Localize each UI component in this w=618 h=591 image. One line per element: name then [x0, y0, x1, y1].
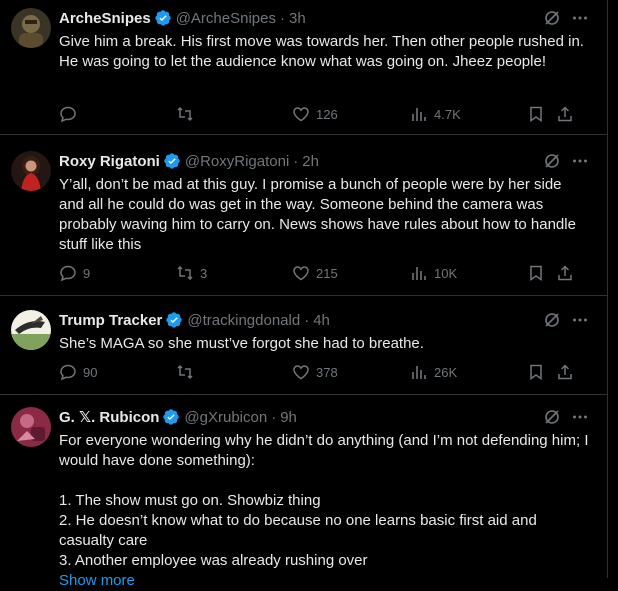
share-icon — [558, 106, 572, 122]
reply-icon — [60, 265, 76, 282]
more-icon[interactable] — [571, 9, 589, 27]
repost-icon — [177, 106, 193, 122]
separator-dot: · — [279, 9, 285, 27]
more-icon[interactable] — [571, 408, 589, 426]
author-handle[interactable]: @RoxyRigatoni — [185, 153, 289, 170]
avatar[interactable] — [11, 151, 51, 191]
verified-badge-icon — [164, 153, 180, 169]
views-button[interactable]: 26K — [410, 362, 457, 382]
reply-icon — [60, 106, 76, 123]
reply-count: 90 — [83, 364, 98, 380]
like-button[interactable]: 126 — [292, 104, 338, 124]
bookmark-button[interactable] — [527, 104, 545, 124]
bookmark-button[interactable] — [527, 362, 545, 382]
like-button[interactable]: 378 — [292, 362, 338, 382]
timestamp[interactable]: 4h — [313, 312, 330, 329]
tweet-text: Y’all, don’t be mad at this guy. I promi… — [59, 176, 576, 253]
repost-button[interactable] — [176, 362, 200, 382]
tweet-text: She’s MAGA so she must’ve forgot she had… — [59, 335, 424, 352]
bookmark-icon — [530, 364, 542, 380]
tweet-header: Trump Tracker @trackingdonald · 4h — [59, 310, 589, 330]
reply-button[interactable] — [59, 104, 83, 124]
share-button[interactable] — [556, 263, 574, 283]
tweet-actions: 9 3 215 10K — [59, 263, 579, 283]
author-handle[interactable]: @ArcheSnipes — [176, 10, 276, 27]
timestamp[interactable]: 9h — [280, 409, 297, 426]
more-icon[interactable] — [571, 311, 589, 329]
tweet-header: Roxy Rigatoni @RoxyRigatoni · 2h — [59, 151, 589, 171]
share-icon — [558, 364, 572, 380]
like-icon — [293, 266, 309, 281]
avatar[interactable] — [11, 407, 51, 447]
show-more-link[interactable]: Show more — [59, 571, 589, 591]
tweet-header: G. 𝕏. Rubicon @gXrubicon · 9h — [59, 407, 589, 427]
tweet[interactable]: Roxy Rigatoni @RoxyRigatoni · 2h Y’all, … — [0, 135, 607, 296]
verified-badge-icon — [155, 10, 171, 26]
tweet-header: ArcheSnipes @ArcheSnipes · 3h — [59, 8, 589, 28]
share-icon — [558, 265, 572, 281]
like-count: 126 — [316, 106, 338, 122]
verified-badge-icon — [163, 409, 180, 425]
author-name[interactable]: G. 𝕏. Rubicon — [59, 408, 159, 426]
tweet-text: Give him a break. His first move was tow… — [59, 33, 584, 70]
views-button[interactable]: 4.7K — [410, 104, 461, 124]
reply-icon — [60, 364, 76, 381]
like-icon — [293, 107, 309, 122]
repost-icon — [177, 265, 193, 281]
timestamp[interactable]: 3h — [289, 10, 306, 27]
separator-dot: · — [271, 408, 277, 426]
views-count: 26K — [434, 364, 458, 380]
views-count: 4.7K — [434, 106, 461, 122]
like-button[interactable]: 215 — [292, 263, 338, 283]
grok-icon[interactable] — [543, 152, 561, 170]
author-name[interactable]: ArcheSnipes — [59, 10, 151, 27]
verified-badge-icon — [166, 312, 183, 328]
grok-icon[interactable] — [543, 408, 561, 426]
repost-icon — [177, 364, 193, 380]
timeline-feed: ArcheSnipes @ArcheSnipes · 3h Give him a… — [0, 0, 607, 589]
timeline-border — [607, 0, 608, 578]
repost-button[interactable] — [176, 104, 200, 124]
author-name[interactable]: Roxy Rigatoni — [59, 153, 160, 170]
like-icon — [293, 365, 309, 380]
separator-dot: · — [293, 152, 299, 170]
share-button[interactable] — [556, 104, 574, 124]
avatar[interactable] — [11, 8, 51, 48]
grok-icon[interactable] — [543, 9, 561, 27]
share-button[interactable] — [556, 362, 574, 382]
author-handle[interactable]: @gXrubicon — [184, 409, 267, 426]
separator-dot: · — [304, 311, 310, 329]
author-name[interactable]: Trump Tracker — [59, 312, 162, 329]
repost-button[interactable]: 3 — [176, 263, 207, 283]
tweet-text: For everyone wondering why he didn’t do … — [59, 432, 589, 569]
views-button[interactable]: 10K — [410, 263, 457, 283]
views-icon — [412, 366, 426, 379]
tweet[interactable]: Trump Tracker @trackingdonald · 4h She’s… — [0, 296, 607, 395]
like-count: 378 — [316, 364, 338, 380]
tweet-actions: 126 4.7K — [59, 104, 579, 124]
timestamp[interactable]: 2h — [302, 153, 319, 170]
tweet[interactable]: ArcheSnipes @ArcheSnipes · 3h Give him a… — [0, 0, 607, 135]
reply-button[interactable]: 90 — [59, 362, 97, 382]
repost-count: 3 — [200, 265, 208, 281]
tweet[interactable]: G. 𝕏. Rubicon @gXrubicon · 9h For everyo… — [0, 395, 607, 589]
reply-count: 9 — [83, 265, 91, 281]
views-icon — [412, 108, 426, 121]
views-icon — [412, 267, 426, 280]
grok-icon[interactable] — [543, 311, 561, 329]
views-count: 10K — [434, 265, 458, 281]
bookmark-icon — [530, 265, 542, 281]
bookmark-icon — [530, 106, 542, 122]
avatar[interactable] — [11, 310, 51, 350]
bookmark-button[interactable] — [527, 263, 545, 283]
more-icon[interactable] — [571, 152, 589, 170]
reply-button[interactable]: 9 — [59, 263, 90, 283]
author-handle[interactable]: @trackingdonald — [187, 312, 300, 329]
like-count: 215 — [316, 265, 338, 281]
tweet-actions: 90 378 26K — [59, 362, 579, 382]
